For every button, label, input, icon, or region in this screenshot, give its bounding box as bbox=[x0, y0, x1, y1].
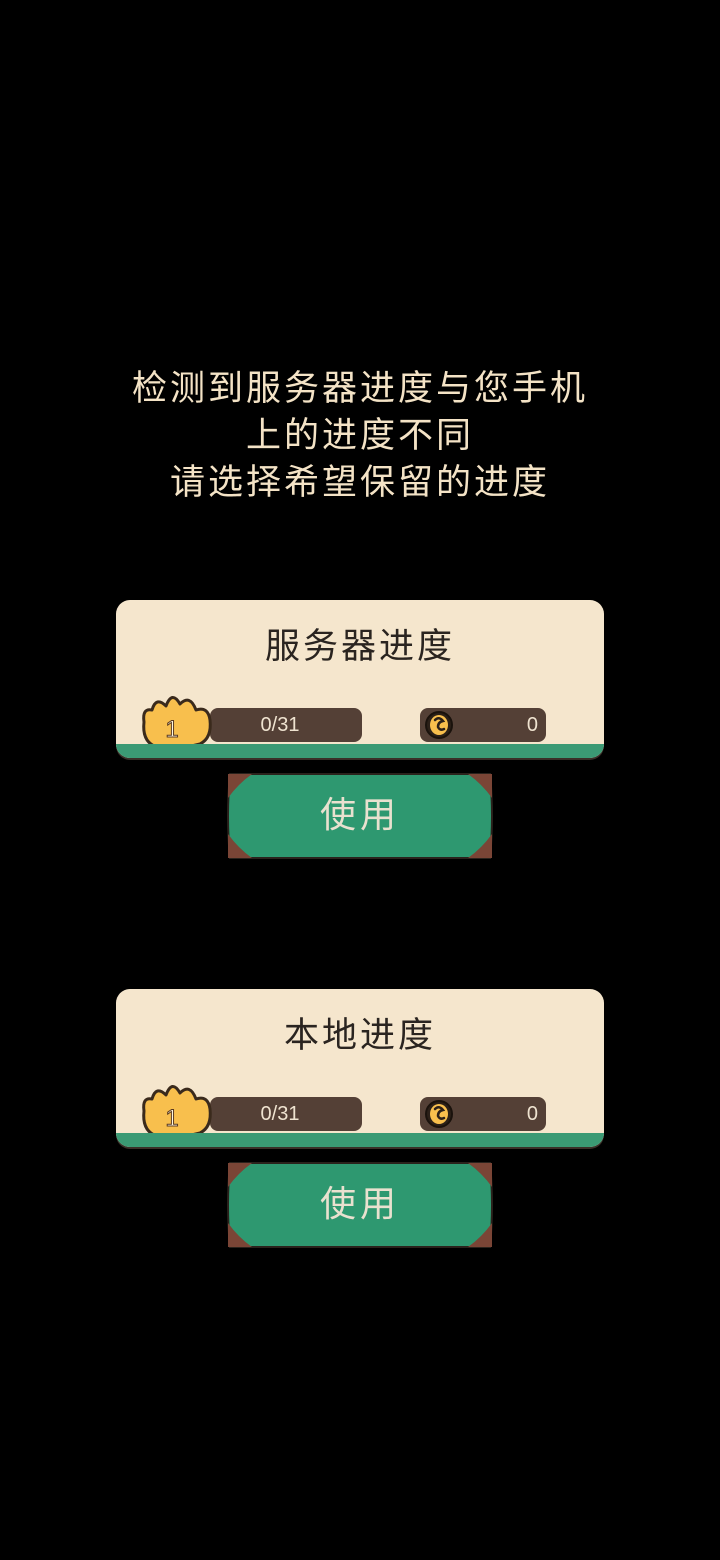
card-stripe bbox=[116, 744, 604, 758]
use-server-progress-button[interactable]: 使用 bbox=[224, 770, 496, 862]
coin-bar: 0 bbox=[420, 1097, 546, 1131]
message-line-1: 检测到服务器进度与您手机 bbox=[131, 369, 588, 409]
conflict-message: 检测到服务器进度与您手机 上的进度不同 请选择希望保留的进度 bbox=[0, 366, 720, 507]
level-number: 1 bbox=[165, 716, 179, 744]
coin-bar: 0 bbox=[420, 708, 546, 742]
level-progress-text: 0/31 bbox=[260, 1103, 300, 1125]
message-line-2: 上的进度不同 bbox=[245, 416, 474, 456]
crown-icon: 1 bbox=[138, 1077, 216, 1141]
coin-count: 0 bbox=[526, 1103, 538, 1125]
level-number: 1 bbox=[165, 1105, 179, 1133]
level-progress-text: 0/31 bbox=[260, 714, 300, 736]
use-local-progress-button[interactable]: 使用 bbox=[224, 1159, 496, 1251]
use-button-label: 使用 bbox=[319, 795, 400, 836]
use-button-label: 使用 bbox=[319, 1184, 400, 1225]
card-title: 服务器进度 bbox=[264, 627, 455, 667]
level-progress-bar: 0/31 bbox=[210, 1097, 362, 1131]
message-line-3: 请选择希望保留的进度 bbox=[169, 463, 550, 503]
coin-icon bbox=[424, 1099, 454, 1129]
local-progress-card: 本地进度 0/31 1 0 bbox=[116, 989, 604, 1147]
server-progress-card: 服务器进度 0/31 1 0 bbox=[116, 600, 604, 758]
coin-count: 0 bbox=[526, 714, 538, 736]
card-title: 本地进度 bbox=[283, 1016, 436, 1056]
card-stripe bbox=[116, 1133, 604, 1147]
level-progress-bar: 0/31 bbox=[210, 708, 362, 742]
crown-icon: 1 bbox=[138, 688, 216, 752]
coin-icon bbox=[424, 710, 454, 740]
